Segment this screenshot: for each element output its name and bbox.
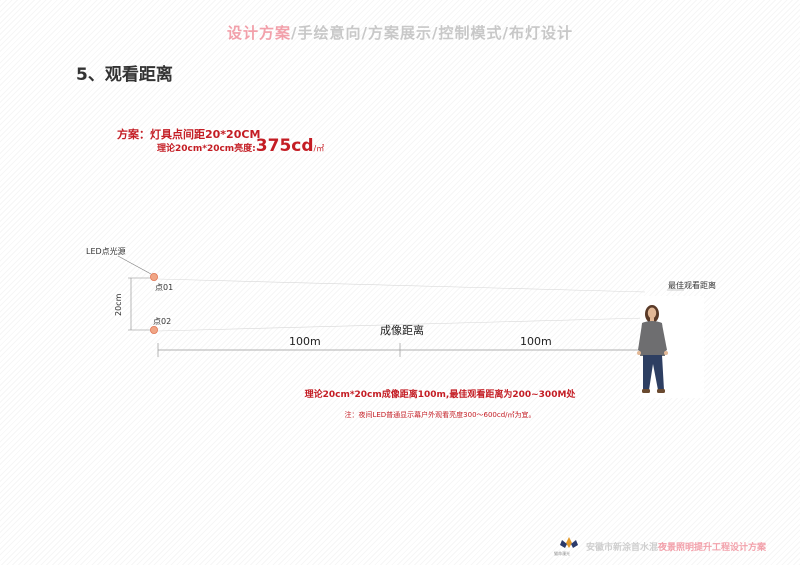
led-dot-01 xyxy=(149,272,158,281)
vertical-20cm-label: 20cm xyxy=(114,293,123,316)
distance-caption: 理论20cm*20cm成像距离100m,最佳观看距离为200~300M处 xyxy=(304,390,576,400)
best-viewing-distance-label: 最佳观看距离 xyxy=(668,281,716,290)
sight-line-upper xyxy=(157,278,646,293)
led-dot-02 xyxy=(149,325,158,334)
footer-project-title: 安徽市新涂首水混夜景照明提升工程设计方案 xyxy=(586,540,766,553)
viewer-figure-icon xyxy=(637,296,704,398)
footer-project-text: 夜景照明提升工程设计方案 xyxy=(658,543,767,553)
right-distance-label: 100m xyxy=(520,335,552,348)
company-logo-icon xyxy=(560,537,578,548)
imaging-distance-label: 成像距离 xyxy=(380,324,424,337)
point-02-label: 点02 xyxy=(153,317,172,326)
left-distance-label: 100m xyxy=(289,335,321,348)
logo-label: 猫命漫光 xyxy=(554,551,570,556)
led-point-source-label: LED点光源 xyxy=(86,247,126,256)
brightness-note: 注：夜间LED普通显示幕户外观看亮度300～600cd/㎡为宜。 xyxy=(344,411,536,419)
point-01-label: 点01 xyxy=(155,283,174,292)
footer-location-text: 安徽市新涂首水混 xyxy=(586,543,659,553)
led-leader-line xyxy=(117,255,152,275)
